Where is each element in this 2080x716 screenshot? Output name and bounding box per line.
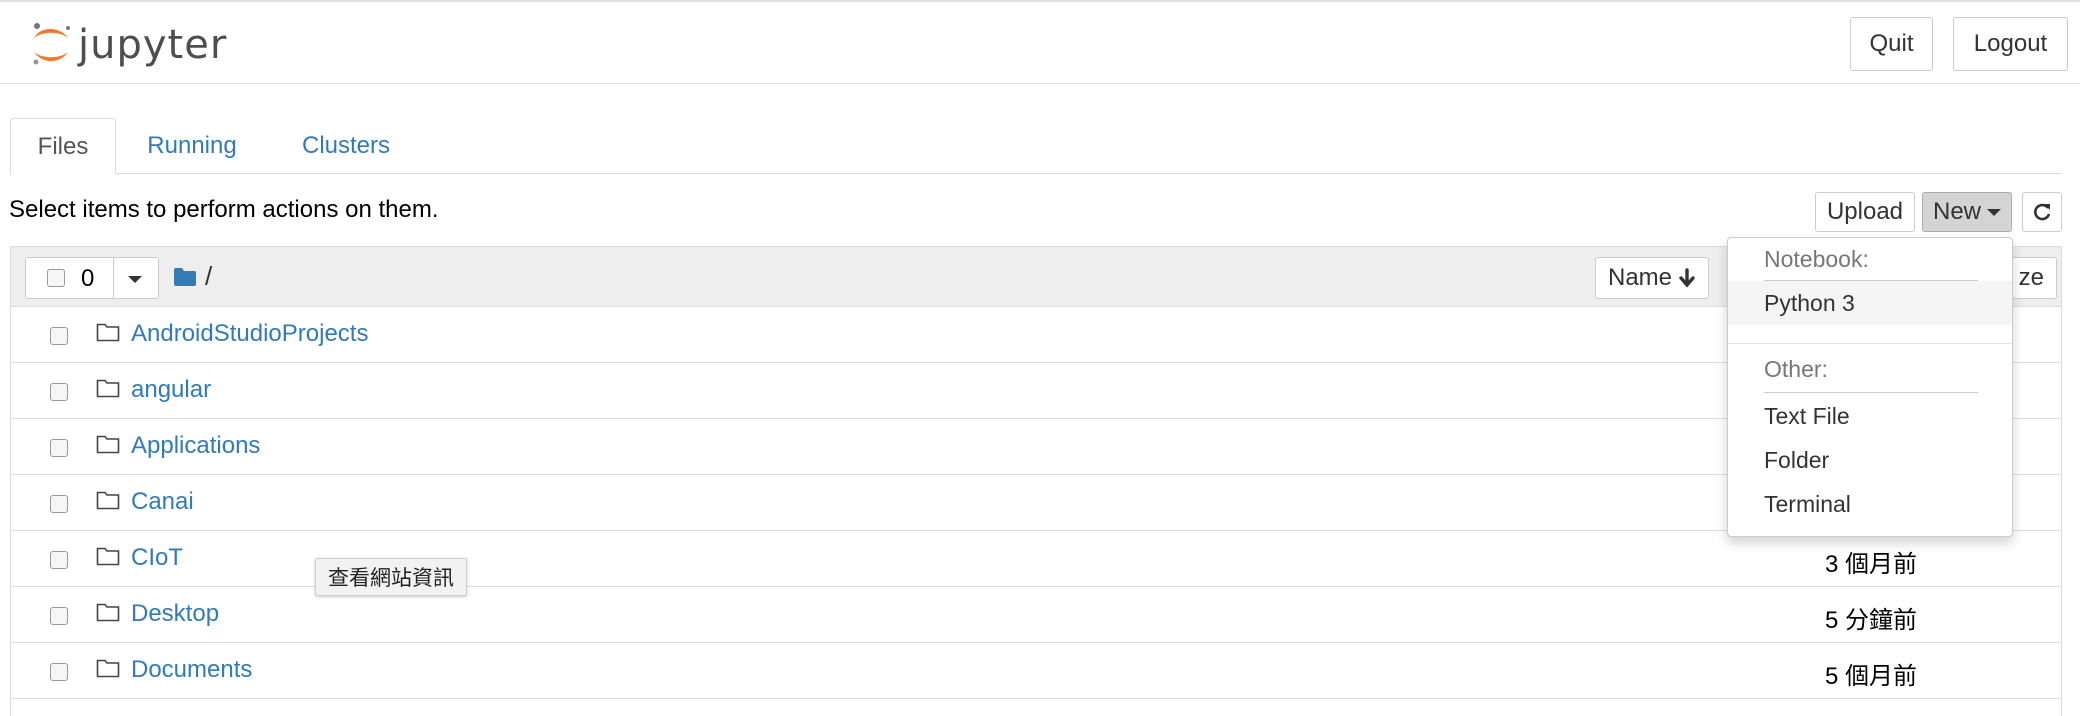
- selected-count: 0: [81, 265, 95, 292]
- new-python3-notebook[interactable]: Python 3: [1728, 281, 2012, 325]
- file-name-link[interactable]: AndroidStudioProjects: [131, 320, 368, 348]
- breadcrumb: /: [173, 261, 212, 292]
- file-modified: 3 個月前: [1825, 551, 1918, 578]
- new-folder[interactable]: Folder: [1728, 438, 2012, 482]
- tab-clusters[interactable]: Clusters: [282, 118, 410, 174]
- new-button[interactable]: New: [1922, 192, 2012, 232]
- chevron-down-icon: [128, 276, 142, 283]
- tab-files[interactable]: Files: [10, 118, 116, 175]
- select-all-checkbox[interactable]: [47, 269, 65, 287]
- sort-name-label: Name: [1607, 264, 1673, 291]
- notebook-section-header: Notebook:: [1764, 246, 1869, 272]
- menu-divider: [1728, 343, 2012, 344]
- row-checkbox[interactable]: [50, 607, 68, 625]
- jupyter-logo[interactable]: jupyter: [30, 18, 230, 78]
- logo-text: jupyter: [78, 22, 228, 68]
- folder-icon: [96, 323, 120, 342]
- file-modified: 5 分鐘前: [1825, 607, 1918, 634]
- breadcrumb-root[interactable]: /: [205, 261, 212, 292]
- tab-bar: Files Running Clusters: [10, 118, 2062, 175]
- folder-icon: [96, 435, 120, 454]
- folder-icon: [96, 603, 120, 622]
- row-checkbox[interactable]: [50, 663, 68, 681]
- folder-icon: [96, 491, 120, 510]
- logout-button[interactable]: Logout: [1953, 17, 2068, 71]
- folder-icon[interactable]: [173, 267, 197, 287]
- row-checkbox[interactable]: [50, 383, 68, 401]
- file-name-link[interactable]: Documents: [131, 656, 252, 684]
- list-item[interactable]: Documents 5 個月前: [11, 643, 2061, 699]
- folder-icon: [96, 379, 120, 398]
- file-name-link[interactable]: CIoT: [131, 544, 183, 572]
- select-all-toggle[interactable]: 0: [26, 258, 114, 298]
- header-bar: jupyter Quit Logout: [0, 6, 2080, 84]
- file-name-link[interactable]: angular: [131, 376, 211, 404]
- chevron-down-icon: [1987, 208, 2001, 216]
- select-menu-button[interactable]: [114, 258, 158, 298]
- jupyter-logo-icon: [33, 23, 70, 65]
- quit-button[interactable]: Quit: [1850, 17, 1933, 71]
- file-name-link[interactable]: Desktop: [131, 600, 219, 628]
- sort-by-name-button[interactable]: Name: [1595, 257, 1709, 299]
- arrow-down-icon: [1679, 268, 1695, 288]
- refresh-button[interactable]: [2022, 192, 2062, 232]
- new-terminal[interactable]: Terminal: [1728, 482, 2012, 526]
- select-all-group: 0: [25, 257, 159, 299]
- new-button-label: New: [1932, 198, 1981, 225]
- upload-button[interactable]: Upload: [1815, 192, 1915, 232]
- row-checkbox[interactable]: [50, 495, 68, 513]
- row-checkbox[interactable]: [50, 551, 68, 569]
- row-checkbox[interactable]: [50, 439, 68, 457]
- file-name-link[interactable]: Canai: [131, 488, 194, 516]
- folder-icon: [96, 547, 120, 566]
- folder-icon: [96, 659, 120, 678]
- other-header-underline: [1764, 392, 1978, 393]
- row-checkbox[interactable]: [50, 327, 68, 345]
- selection-hint: Select items to perform actions on them.: [9, 196, 439, 223]
- file-modified: 5 個月前: [1825, 663, 1918, 690]
- file-name-link[interactable]: Applications: [131, 432, 260, 460]
- tab-running[interactable]: Running: [132, 118, 252, 174]
- new-text-file[interactable]: Text File: [1728, 394, 2012, 438]
- site-info-tooltip: 查看網站資訊: [315, 558, 467, 596]
- other-section-header: Other:: [1764, 356, 1828, 382]
- new-dropdown-menu: Notebook: Python 3 Other: Text File Fold…: [1727, 237, 2013, 537]
- refresh-icon: [2034, 203, 2051, 221]
